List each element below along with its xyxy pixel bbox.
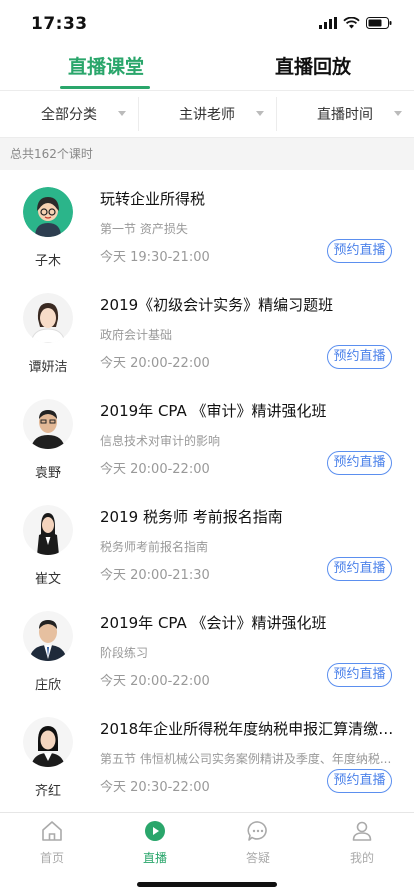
nav-me[interactable]: 我的 — [322, 819, 402, 866]
course-title: 2019年 CPA 《会计》精讲强化班 — [100, 614, 327, 632]
book-live-button[interactable]: 预约直播 — [327, 345, 392, 369]
teacher-name: 子木 — [34, 254, 61, 269]
tab-live-class[interactable]: 直播课堂 — [68, 52, 144, 79]
teacher-name: 齐红 — [34, 784, 61, 799]
filter-category-label: 全部分类 — [41, 107, 97, 123]
teacher-avatar — [23, 187, 73, 237]
course-time: 今天 19:30-21:00 — [100, 250, 210, 265]
book-live-button[interactable]: 预约直播 — [327, 239, 392, 263]
tab-live-replay[interactable]: 直播回放 — [275, 52, 351, 79]
course-title: 2018年企业所得税年度纳税申报汇算清缴实... — [100, 720, 394, 738]
filter-time-label: 直播时间 — [317, 107, 373, 123]
book-live-button[interactable]: 预约直播 — [327, 557, 392, 581]
nav-qa-label: 答疑 — [245, 851, 270, 865]
status-icons — [319, 16, 392, 30]
nav-home[interactable]: 首页 — [12, 819, 92, 866]
teacher-name: 庄欣 — [34, 678, 61, 693]
course-subtitle: 第五节 伟恒机械公司实务案例精讲及季度、年度纳税... — [100, 752, 392, 766]
wifi-icon — [343, 17, 360, 29]
top-tabs: 直播课堂 直播回放 — [0, 48, 414, 90]
teacher-avatar — [23, 717, 73, 767]
caret-down-icon — [118, 111, 126, 116]
course-title: 2019年 CPA 《审计》精讲强化班 — [100, 402, 327, 420]
book-live-button[interactable]: 预约直播 — [327, 663, 392, 687]
course-time: 今天 20:00-22:00 — [100, 462, 210, 477]
course-list: 子木 玩转企业所得税 第一节 资产损失 今天 19:30-21:00 预约直播 … — [0, 170, 414, 806]
battery-icon — [366, 17, 392, 29]
nav-qa[interactable]: 答疑 — [218, 819, 298, 866]
course-time: 今天 20:00-22:00 — [100, 356, 210, 371]
course-subtitle: 阶段练习 — [100, 646, 149, 660]
course-time: 今天 20:30-22:00 — [100, 780, 210, 795]
filter-teacher[interactable]: 主讲老师 — [138, 91, 276, 137]
course-row[interactable]: 子木 玩转企业所得税 第一节 资产损失 今天 19:30-21:00 预约直播 — [0, 170, 414, 276]
course-row[interactable]: 崔文 2019 税务师 考前报名指南 税务师考前报名指南 今天 20:00-21… — [0, 488, 414, 594]
filter-teacher-label: 主讲老师 — [179, 107, 235, 123]
signal-icon — [319, 17, 337, 29]
filter-time[interactable]: 直播时间 — [276, 91, 414, 137]
nav-live-label: 直播 — [142, 851, 167, 865]
course-subtitle: 政府会计基础 — [100, 328, 173, 342]
user-icon — [352, 821, 372, 841]
course-row[interactable]: 齐红 2018年企业所得税年度纳税申报汇算清缴实... 第五节 伟恒机械公司实务… — [0, 700, 414, 806]
course-time: 今天 20:00-22:00 — [100, 674, 210, 689]
active-tab-indicator — [60, 86, 150, 89]
home-indicator — [137, 882, 277, 887]
teacher-name: 谭妍洁 — [28, 360, 68, 375]
book-live-button[interactable]: 预约直播 — [327, 769, 392, 793]
nav-home-label: 首页 — [39, 851, 64, 865]
chat-icon — [247, 821, 267, 841]
course-row[interactable]: 庄欣 2019年 CPA 《会计》精讲强化班 阶段练习 今天 20:00-22:… — [0, 594, 414, 700]
lesson-count: 总共162个课时 — [0, 138, 414, 170]
nav-live[interactable]: 直播 — [115, 819, 195, 866]
filter-category[interactable]: 全部分类 — [0, 91, 138, 137]
home-icon — [42, 821, 62, 841]
teacher-avatar — [23, 611, 73, 661]
teacher-avatar — [23, 293, 73, 343]
play-icon — [145, 821, 165, 841]
status-time: 17:33 — [31, 14, 88, 34]
teacher-avatar — [23, 399, 73, 449]
course-time: 今天 20:00-21:30 — [100, 568, 210, 583]
course-title: 玩转企业所得税 — [100, 190, 206, 208]
course-title: 2019 税务师 考前报名指南 — [100, 508, 283, 526]
teacher-name: 袁野 — [34, 466, 61, 481]
caret-down-icon — [394, 111, 402, 116]
nav-me-label: 我的 — [349, 851, 374, 865]
course-subtitle: 税务师考前报名指南 — [100, 540, 209, 554]
book-live-button[interactable]: 预约直播 — [327, 451, 392, 475]
teacher-avatar — [23, 505, 73, 555]
course-title: 2019《初级会计实务》精编习题班 — [100, 296, 334, 314]
caret-down-icon — [256, 111, 264, 116]
filter-bar: 全部分类 主讲老师 直播时间 — [0, 90, 414, 138]
course-row[interactable]: 袁野 2019年 CPA 《审计》精讲强化班 信息技术对审计的影响 今天 20:… — [0, 382, 414, 488]
teacher-name: 崔文 — [34, 572, 61, 587]
course-subtitle: 第一节 资产损失 — [100, 222, 188, 236]
status-bar: 17:33 — [0, 0, 414, 48]
course-row[interactable]: 谭妍洁 2019《初级会计实务》精编习题班 政府会计基础 今天 20:00-22… — [0, 276, 414, 382]
course-subtitle: 信息技术对审计的影响 — [100, 434, 221, 448]
